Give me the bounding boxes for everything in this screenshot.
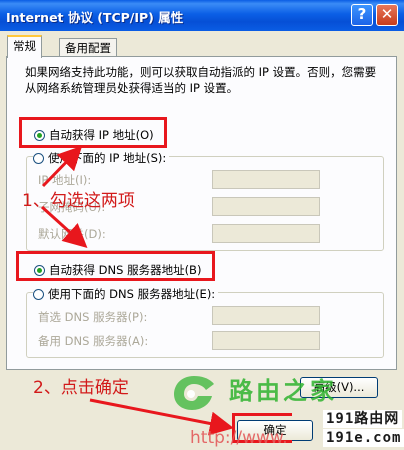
arrow-to-auto-ip bbox=[41, 145, 83, 188]
annotation-arrows bbox=[40, 145, 234, 436]
arrow-to-ok-button bbox=[89, 398, 234, 436]
watermark-site-line1: 191路由网 bbox=[323, 410, 403, 428]
watermark-site-line2: 191e.com bbox=[323, 429, 404, 447]
watermark-url: http://www. bbox=[190, 428, 288, 448]
tab-general[interactable]: 常规 bbox=[7, 35, 42, 58]
arrow-to-auto-dns bbox=[40, 205, 88, 249]
